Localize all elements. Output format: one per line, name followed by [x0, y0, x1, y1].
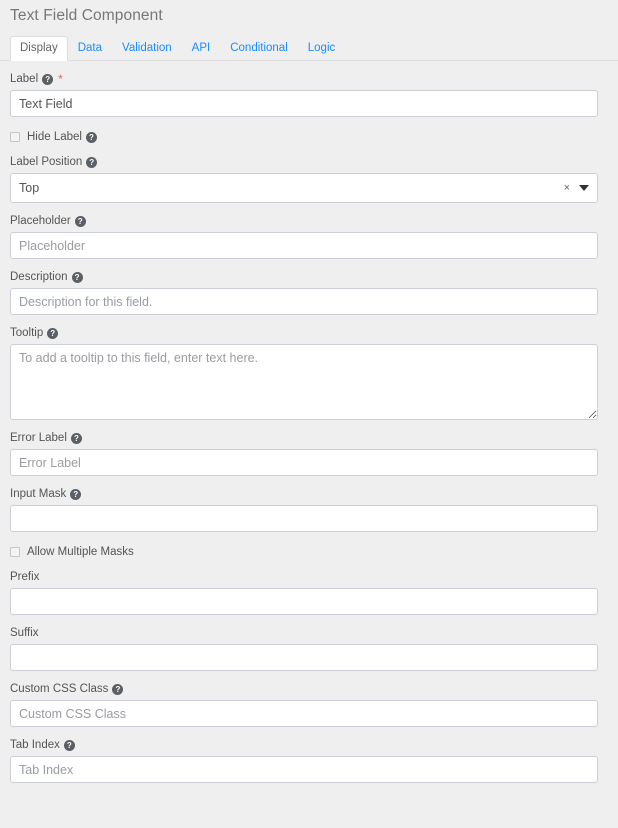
label-for-description: Description ? — [10, 270, 598, 284]
field-group-label: Label ? * — [10, 72, 598, 117]
allow-multiple-masks-checkbox[interactable] — [10, 547, 20, 557]
field-group-allow-multiple-masks: Allow Multiple Masks — [10, 545, 598, 559]
allow-multiple-masks-label: Allow Multiple Masks — [27, 545, 134, 559]
label-text: Label — [10, 73, 39, 85]
label-for-tooltip: Tooltip ? — [10, 326, 598, 340]
help-icon[interactable]: ? — [112, 683, 124, 695]
label-position-text: Label Position — [10, 156, 83, 168]
tab-display[interactable]: Display — [10, 36, 68, 61]
label-for-input-mask: Input Mask ? — [10, 487, 598, 501]
label-for-error-label: Error Label ? — [10, 431, 598, 445]
tab-logic[interactable]: Logic — [298, 36, 346, 61]
field-group-hide-label: Hide Label ? — [10, 130, 598, 144]
custom-css-class-text: Custom CSS Class — [10, 683, 109, 695]
help-icon[interactable]: ? — [63, 739, 75, 751]
display-settings-form: Label ? * Hide Label ? Label Position ? … — [0, 72, 618, 783]
help-icon[interactable]: ? — [85, 131, 97, 143]
field-group-tooltip: Tooltip ? — [10, 326, 598, 420]
field-group-tab-index: Tab Index ? — [10, 738, 598, 783]
field-group-input-mask: Input Mask ? — [10, 487, 598, 532]
component-settings-panel: Text Field Component Display Data Valida… — [0, 0, 618, 828]
help-icon[interactable]: ? — [42, 73, 54, 85]
label-for-suffix: Suffix — [10, 626, 598, 640]
field-group-label-position: Label Position ? Top × — [10, 155, 598, 203]
tab-validation[interactable]: Validation — [112, 36, 182, 61]
prefix-text: Prefix — [10, 571, 40, 583]
input-mask-input[interactable] — [10, 505, 598, 532]
tab-index-input[interactable] — [10, 756, 598, 783]
label-for-prefix: Prefix — [10, 570, 598, 584]
help-icon[interactable]: ? — [70, 488, 82, 500]
help-icon[interactable]: ? — [74, 215, 86, 227]
field-group-placeholder: Placeholder ? — [10, 214, 598, 259]
placeholder-input[interactable] — [10, 232, 598, 259]
label-for-custom-css-class: Custom CSS Class ? — [10, 682, 598, 696]
prefix-input[interactable] — [10, 588, 598, 615]
required-asterisk: * — [58, 71, 63, 86]
label-input[interactable] — [10, 90, 598, 117]
tab-index-text: Tab Index — [10, 739, 60, 751]
tab-data[interactable]: Data — [68, 36, 112, 61]
label-for-tab-index: Tab Index ? — [10, 738, 598, 752]
field-group-error-label: Error Label ? — [10, 431, 598, 476]
settings-tabs: Display Data Validation API Conditional … — [0, 36, 618, 61]
error-label-text: Error Label — [10, 432, 67, 444]
field-group-suffix: Suffix — [10, 626, 598, 671]
field-group-prefix: Prefix — [10, 570, 598, 615]
description-text: Description — [10, 271, 68, 283]
suffix-text: Suffix — [10, 627, 39, 639]
tab-conditional[interactable]: Conditional — [220, 36, 298, 61]
help-icon[interactable]: ? — [70, 432, 82, 444]
tooltip-text: Tooltip — [10, 327, 44, 339]
placeholder-text: Placeholder — [10, 215, 71, 227]
custom-css-class-input[interactable] — [10, 700, 598, 727]
clear-icon[interactable]: × — [564, 182, 570, 194]
tooltip-textarea[interactable] — [10, 344, 598, 420]
label-for-label: Label ? * — [10, 72, 598, 86]
page-title: Text Field Component — [10, 7, 163, 24]
label-position-selected-value: Top — [19, 181, 40, 195]
field-group-custom-css-class: Custom CSS Class ? — [10, 682, 598, 727]
label-for-placeholder: Placeholder ? — [10, 214, 598, 228]
hide-label-label: Hide Label ? — [27, 130, 97, 144]
help-icon[interactable]: ? — [71, 271, 83, 283]
suffix-input[interactable] — [10, 644, 598, 671]
help-icon[interactable]: ? — [86, 156, 98, 168]
tab-api[interactable]: API — [182, 36, 221, 61]
label-for-label-position: Label Position ? — [10, 155, 598, 169]
hide-label-checkbox[interactable] — [10, 132, 20, 142]
label-position-select[interactable]: Top × — [10, 173, 598, 203]
help-icon[interactable]: ? — [47, 327, 59, 339]
field-group-description: Description ? — [10, 270, 598, 315]
input-mask-text: Input Mask — [10, 488, 67, 500]
description-input[interactable] — [10, 288, 598, 315]
allow-multiple-masks-text: Allow Multiple Masks — [27, 546, 134, 558]
error-label-input[interactable] — [10, 449, 598, 476]
chevron-down-icon[interactable] — [579, 185, 589, 191]
hide-label-text: Hide Label — [27, 131, 82, 143]
